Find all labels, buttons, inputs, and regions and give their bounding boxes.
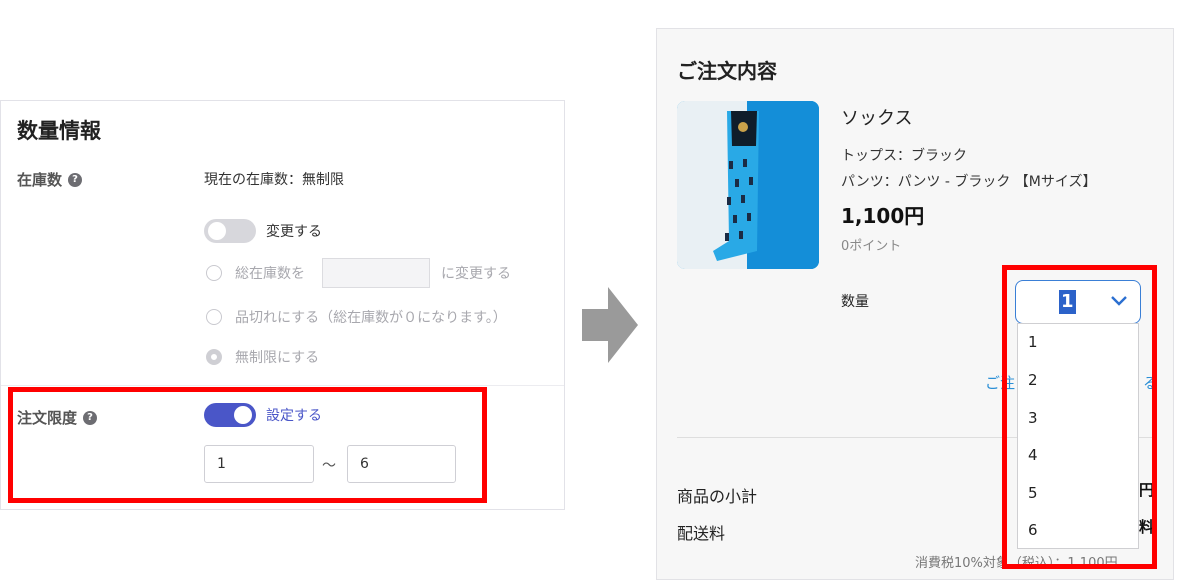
change-stock-toggle[interactable]: [204, 219, 256, 243]
variant-tops: トップス：ブラック: [841, 148, 967, 164]
socks-image: [677, 101, 819, 269]
product-image: [677, 101, 819, 269]
sold-out-label: 品切れにする（総在庫数が０になります。）: [235, 310, 507, 326]
section-divider: [1, 385, 564, 386]
toggle-knob: [208, 222, 226, 240]
total-stock-input[interactable]: [322, 258, 430, 288]
shipping-label: 配送料: [677, 524, 726, 543]
product-price: 1,100円: [841, 204, 925, 228]
highlight-box-quantity: [1002, 265, 1157, 569]
set-total-radio[interactable]: [206, 265, 222, 281]
change-stock-label: 変更する: [266, 224, 322, 240]
points: 0ポイント: [841, 239, 902, 254]
arrow-right-icon: [582, 287, 638, 363]
stock-current: 現在の在庫数：無制限: [204, 172, 344, 188]
product-name: ソックス: [841, 108, 913, 129]
unlimited-radio[interactable]: [206, 349, 222, 365]
stock-label-row: 在庫数 ?: [17, 169, 83, 190]
stock-label: 在庫数: [17, 171, 63, 189]
set-total-suffix: に変更する: [441, 266, 511, 282]
highlight-box-order-limit: [8, 387, 487, 503]
set-total-prefix: 総在庫数を: [235, 266, 305, 282]
panel-title: 数量情報: [17, 119, 101, 143]
unlimited-label: 無制限にする: [235, 350, 320, 366]
quantity-label: 数量: [841, 294, 869, 310]
help-icon[interactable]: ?: [68, 172, 83, 187]
variant-pants: パンツ：パンツ - ブラック 【Mサイズ】: [841, 174, 1097, 190]
subtotal-label: 商品の小計: [677, 487, 758, 506]
sold-out-radio[interactable]: [206, 309, 222, 325]
order-title: ご注文内容: [677, 59, 777, 83]
